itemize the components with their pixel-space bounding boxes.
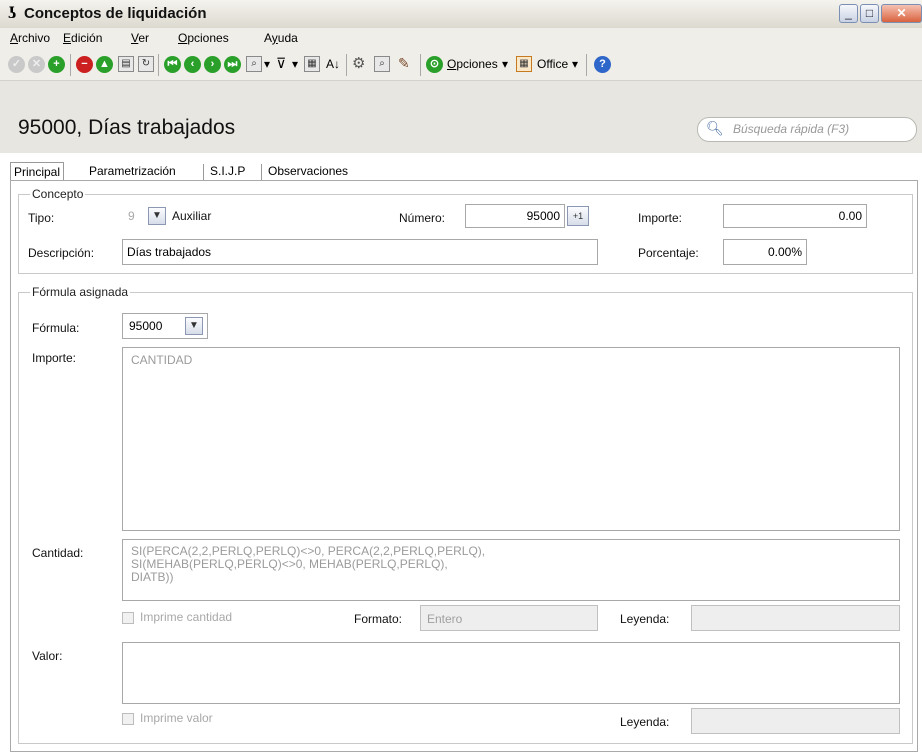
imprime-cantidad-checkbox[interactable] (122, 612, 134, 624)
menu-edicion[interactable]: Edición (63, 31, 102, 45)
record-title: 95000, Días trabajados (18, 116, 236, 139)
previous-record-icon[interactable]: ‹ (184, 56, 201, 73)
options-button[interactable]: Opciones (447, 57, 498, 71)
formato-label: Formato: (354, 612, 403, 626)
sort-icon[interactable]: A↓ (326, 57, 340, 71)
office-button[interactable]: Office (537, 57, 568, 71)
formula-group-title: Fórmula asignada (30, 285, 131, 299)
toolbar-separator (158, 54, 159, 76)
cantidad-line: SI(MEHAB(PERLQ,PERLQ)<>0, MEHAB(PERLQ,PE… (131, 557, 448, 571)
cantidad-textarea[interactable]: SI(PERCA(2,2,PERLQ,PERLQ)<>0, PERCA(2,2,… (122, 539, 900, 601)
filter-icon[interactable]: ⊽ (276, 55, 286, 72)
chevron-down-icon[interactable]: ▾ (502, 57, 508, 71)
help-icon[interactable]: ? (594, 56, 611, 73)
imprime-valor-label: Imprime valor (140, 711, 213, 725)
app-icon: ʖ (8, 4, 17, 22)
tab-principal[interactable]: Principal (10, 162, 65, 181)
leyenda-field[interactable] (691, 605, 900, 631)
menu-archivo[interactable]: Archivo (10, 31, 50, 45)
search-records-icon[interactable]: ⌕ (246, 56, 262, 72)
quick-search-placeholder: Búsqueda rápida (F3) (733, 122, 850, 136)
window-title: Conceptos de liquidación (24, 5, 207, 22)
descripcion-field[interactable]: Días trabajados (122, 239, 598, 265)
tools-icon[interactable]: ✎ (398, 55, 410, 72)
toolbar-separator (586, 54, 587, 76)
importe-formula-label: Importe: (32, 351, 77, 365)
refresh-icon[interactable]: ↻ (138, 56, 154, 72)
leyenda-valor-field[interactable] (691, 708, 900, 734)
numero-label: Número: (399, 211, 446, 225)
toolbar-separator (70, 54, 71, 76)
next-record-icon[interactable]: › (204, 56, 221, 73)
menu-ver[interactable]: Ver (131, 31, 149, 45)
office-icon[interactable]: ▦ (516, 56, 532, 72)
importe-label: Importe: (638, 211, 683, 225)
last-record-icon[interactable]: ⏭ (224, 56, 241, 73)
imprime-cantidad-label: Imprime cantidad (140, 610, 233, 624)
cancel-icon[interactable]: ✕ (28, 56, 45, 73)
cantidad-label: Cantidad: (32, 546, 84, 560)
descripcion-label: Descripción: (28, 246, 95, 260)
add-icon[interactable]: + (48, 56, 65, 73)
toolbar-separator (420, 54, 421, 76)
concepto-group-title: Concepto (30, 187, 86, 201)
menu-ayuda[interactable]: Ayuda (264, 31, 298, 45)
tipo-value: 9 (128, 209, 135, 223)
minimize-button[interactable]: _ (839, 4, 858, 23)
tab-separator (261, 164, 262, 180)
options-icon[interactable]: ⊙ (426, 56, 443, 73)
chevron-down-icon[interactable]: ▾ (292, 57, 298, 71)
formato-field[interactable]: Entero (420, 605, 598, 631)
formula-label: Fórmula: (32, 321, 80, 335)
accept-icon[interactable]: ✓ (8, 56, 25, 73)
formula-dropdown-button[interactable]: ▼ (185, 317, 203, 335)
search-icon: 🔍︎ (706, 120, 724, 136)
tipo-dropdown-button[interactable]: ▼ (148, 207, 166, 225)
first-record-icon[interactable]: ⏮ (164, 56, 181, 73)
maximize-button[interactable]: □ (860, 4, 879, 23)
toolbar-separator (346, 54, 347, 76)
tab-parametrizacion[interactable]: Parametrización (86, 162, 179, 180)
tipo-label: Tipo: (28, 211, 55, 225)
increment-number-button[interactable]: +1 (567, 206, 589, 226)
tab-sijp[interactable]: S.I.J.P (207, 162, 248, 180)
tab-observaciones[interactable]: Observaciones (265, 162, 351, 180)
importe-field[interactable]: 0.00 (723, 204, 867, 228)
copy-icon[interactable]: ▤ (118, 56, 134, 72)
valor-label: Valor: (32, 649, 63, 663)
tipo-description: Auxiliar (172, 209, 212, 223)
leyenda-label: Leyenda: (620, 612, 670, 626)
preview-icon[interactable]: ⌕ (374, 56, 390, 72)
tab-separator (203, 164, 204, 180)
close-button[interactable]: ✕ (881, 4, 922, 23)
modify-icon[interactable]: ▲ (96, 56, 113, 73)
chevron-down-icon[interactable]: ▾ (572, 57, 578, 71)
importe-formula-textarea[interactable]: CANTIDAD (122, 347, 900, 531)
imprime-valor-checkbox[interactable] (122, 713, 134, 725)
numero-field[interactable]: 95000 (465, 204, 565, 228)
porcentaje-label: Porcentaje: (638, 246, 699, 260)
leyenda-valor-label: Leyenda: (620, 715, 670, 729)
chevron-down-icon[interactable]: ▾ (264, 57, 270, 71)
porcentaje-field[interactable]: 0.00% (723, 239, 807, 265)
valor-textarea[interactable] (122, 642, 900, 704)
delete-icon[interactable]: − (76, 56, 93, 73)
grid-icon[interactable]: ▦ (304, 56, 320, 72)
process-icon[interactable]: ⚙ (352, 54, 365, 72)
cantidad-line: DIATB)) (131, 570, 174, 584)
menu-opciones[interactable]: Opciones (178, 31, 229, 45)
